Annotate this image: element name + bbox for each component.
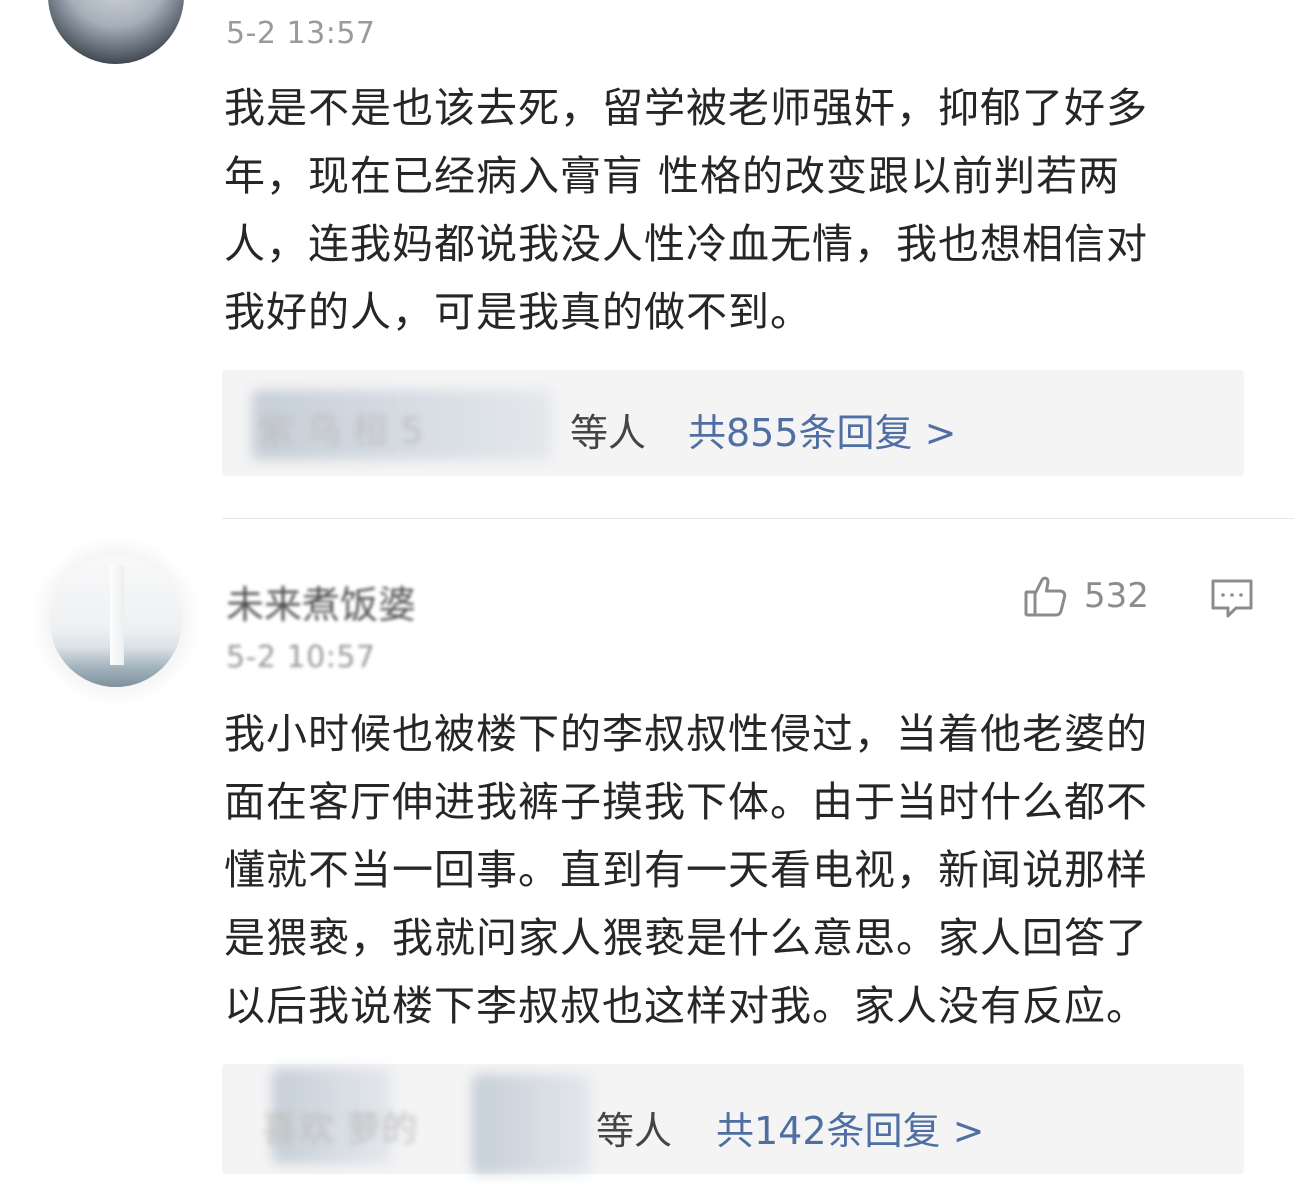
reply-summary[interactable]: 紫 鸟 桓 5 等人 共855条回复 > [222,370,1244,476]
reply-user-names: 紫 鸟 桓 5 [258,411,424,452]
reply-count-link[interactable]: 共855条回复 > [688,402,956,457]
comment-text-line: 面在客厅伸进我裤子摸我下体。由于当时什么都不 [224,778,1148,826]
avatar[interactable] [48,0,184,64]
comment-text-line: 是猥亵，我就问家人猥亵是什么意思。家人回答了 [224,914,1148,962]
username[interactable]: 未来煮饭婆 [226,574,416,629]
comment-bubble-icon[interactable] [1208,576,1256,622]
comment-timestamp: 5-2 10:57 [226,640,376,675]
reply-user-names: 喜欢 萝的 [262,1109,418,1150]
comment-text-line: 懂就不当一回事。直到有一天看电视，新闻说那样 [224,846,1148,894]
reply-suffix: 等人 [570,411,647,455]
like-button[interactable]: 532 [1022,572,1149,620]
avatar[interactable] [50,555,182,687]
comment-body: 我是不是也该去死，留学被老师强奸，抑郁了好多 年，现在已经病入膏肓 性格的改变跟… [224,74,1264,346]
comment-timestamp: 5-2 13:57 [226,16,376,51]
reply-suffix: 等人 [596,1109,673,1153]
reply-count-link[interactable]: 共142条回复 > [716,1100,984,1155]
reply-summary[interactable]: 喜欢 萝的 等人 共142条回复 > [222,1064,1244,1174]
like-count: 532 [1084,576,1149,616]
comment-text-line: 我是不是也该去死，留学被老师强奸，抑郁了好多 [224,84,1148,132]
comment-text-line: 我小时候也被楼下的李叔叔性侵过，当着他老婆的 [224,710,1148,758]
comment-body: 我小时候也被楼下的李叔叔性侵过，当着他老婆的 面在客厅伸进我裤子摸我下体。由于当… [224,700,1264,1040]
divider [222,518,1294,519]
comment-text-line: 年，现在已经病入膏肓 性格的改变跟以前判若两 [224,152,1121,200]
comment-text-line: 以后我说楼下李叔叔也这样对我。家人没有反应。 [224,982,1148,1030]
comment-text-line: 我好的人，可是我真的做不到。 [224,288,812,336]
thumbs-up-icon [1022,572,1070,620]
comment-text-line: 人，连我妈都说我没人性冷血无情，我也想相信对 [224,220,1148,268]
redaction [472,1074,592,1174]
